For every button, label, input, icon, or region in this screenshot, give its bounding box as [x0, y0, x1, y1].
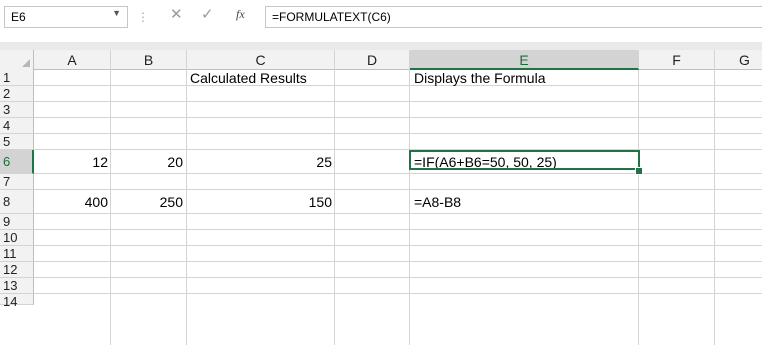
gridline-h — [34, 229, 762, 230]
fx-icon[interactable]: fx — [236, 7, 245, 22]
active-cell-border[interactable] — [409, 150, 640, 170]
row-header-10[interactable]: 10 — [0, 230, 34, 246]
cell-e8[interactable]: =A8-B8 — [414, 194, 636, 210]
row-header-6[interactable]: 6 — [0, 150, 34, 174]
gridline-v — [409, 70, 410, 345]
gridline-h — [34, 189, 762, 190]
select-all-triangle-icon — [22, 59, 30, 67]
row-header-1[interactable]: 1 — [0, 70, 34, 86]
row-header-3[interactable]: 3 — [0, 102, 34, 118]
row-header-7[interactable]: 7 — [0, 174, 34, 190]
grid-top-gap — [0, 42, 762, 50]
cell-b6[interactable]: 20 — [111, 154, 183, 170]
chevron-down-icon[interactable]: ▼ — [112, 8, 121, 18]
column-header-c[interactable]: C — [187, 50, 335, 70]
formula-bar: E6 ▼ ⋮ ✕ ✓ fx =FORMULATEXT(C6) — [0, 0, 762, 32]
cell-c1[interactable]: Calculated Results — [190, 70, 334, 86]
check-icon[interactable]: ✓ — [201, 5, 214, 23]
cell-c8[interactable]: 150 — [187, 194, 332, 210]
formula-input[interactable]: =FORMULATEXT(C6) — [265, 6, 762, 28]
gridline-h — [34, 293, 762, 294]
gridline-v — [638, 70, 639, 345]
row-header-9[interactable]: 9 — [0, 214, 34, 230]
gridline-h — [34, 85, 762, 86]
gridline-h — [34, 277, 762, 278]
row-header-5[interactable]: 5 — [0, 134, 34, 150]
cell-a6[interactable]: 12 — [34, 154, 108, 170]
gridline-h — [34, 213, 762, 214]
column-header-e[interactable]: E — [410, 50, 639, 70]
column-header-b[interactable]: B — [111, 50, 187, 70]
column-header-f[interactable]: F — [639, 50, 715, 70]
gridline-h — [34, 133, 762, 134]
gridline-h — [34, 245, 762, 246]
gridline-h — [34, 173, 762, 174]
row-header-14[interactable]: 14 — [0, 294, 34, 309]
cell-b8[interactable]: 250 — [111, 194, 183, 210]
row-header-8[interactable]: 8 — [0, 190, 34, 214]
vertical-dots-icon[interactable]: ⋮ — [137, 10, 149, 24]
formula-text: =FORMULATEXT(C6) — [272, 10, 391, 24]
close-icon[interactable]: ✕ — [170, 5, 183, 23]
gridline-h — [34, 117, 762, 118]
column-header-a[interactable]: A — [34, 50, 111, 70]
name-box[interactable]: E6 ▼ — [4, 6, 128, 28]
column-header-g[interactable]: G — [715, 50, 762, 70]
cell-e1[interactable]: Displays the Formula — [414, 70, 636, 86]
gridline-v — [334, 70, 335, 345]
cell-c6[interactable]: 25 — [187, 154, 332, 170]
gridline-h — [34, 149, 762, 150]
gridline-h — [34, 101, 762, 102]
spreadsheet-grid: A B C D E F G 1 2 3 4 5 6 7 8 9 10 11 12… — [0, 42, 762, 345]
gridline-h — [34, 261, 762, 262]
row-header-13[interactable]: 13 — [0, 278, 34, 294]
row-header-11[interactable]: 11 — [0, 246, 34, 262]
row-header-4[interactable]: 4 — [0, 118, 34, 134]
cell-a8[interactable]: 400 — [34, 194, 108, 210]
row-header-2[interactable]: 2 — [0, 86, 34, 102]
column-header-d[interactable]: D — [335, 50, 410, 70]
row-header-12[interactable]: 12 — [0, 262, 34, 278]
name-box-value: E6 — [11, 10, 26, 24]
fill-handle[interactable] — [635, 167, 643, 175]
select-all-corner[interactable] — [0, 50, 34, 70]
gridline-v — [714, 70, 715, 345]
